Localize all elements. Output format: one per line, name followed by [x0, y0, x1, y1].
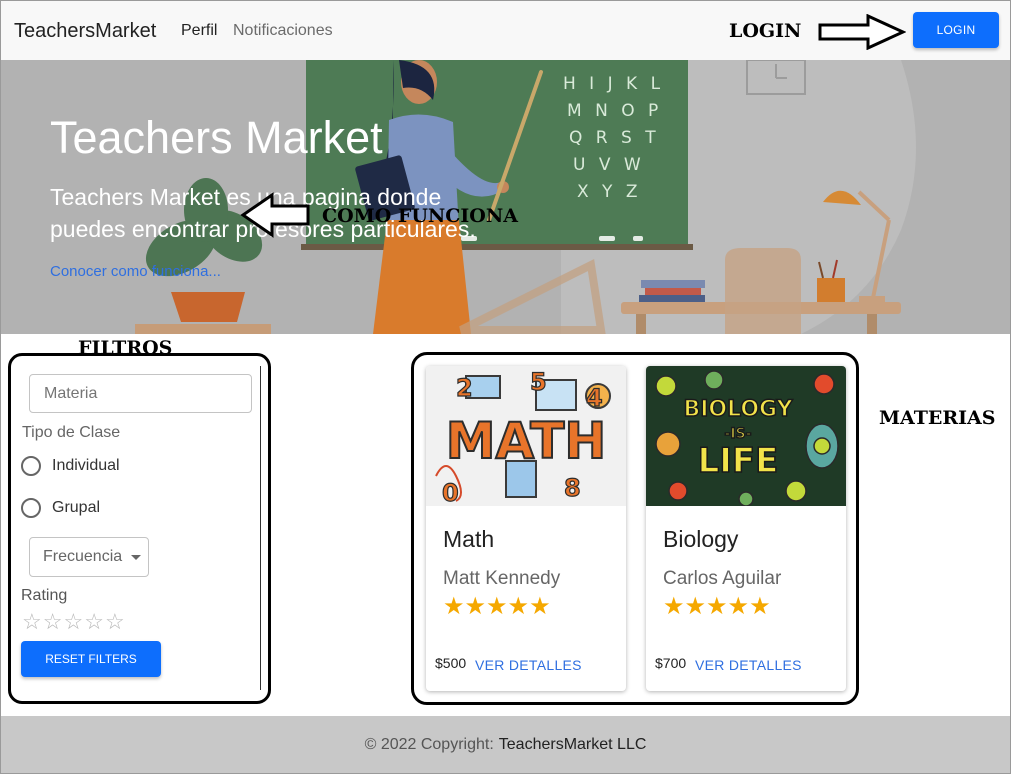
board-letters-row-1: H I J K L — [563, 74, 664, 94]
star-filled-icon: ★ — [486, 593, 508, 620]
star-filled-icon: ★ — [529, 593, 551, 620]
star-filled-icon: ★ — [706, 593, 728, 620]
card-teacher: Matt Kennedy — [443, 568, 561, 589]
board-letters-row-3: Q R S T — [569, 128, 660, 148]
radio-individual-label[interactable]: Individual — [52, 457, 120, 475]
star-filled-icon: ★ — [684, 593, 707, 620]
caret-down-icon — [131, 555, 141, 560]
frecuencia-select[interactable]: Frecuencia — [29, 537, 149, 577]
svg-text:8: 8 — [564, 474, 581, 502]
star-filled-icon: ★ — [663, 593, 685, 620]
card-subject: Math — [443, 526, 495, 552]
annotation-login: LOGIN — [729, 20, 802, 42]
star-outline-icon[interactable]: ☆ — [63, 609, 84, 634]
ver-detalles-link[interactable]: VER DETALLES — [475, 657, 582, 673]
card-price: $700 — [655, 655, 687, 671]
course-card-biology[interactable]: BIOLOGY -IS- LIFE Biology Carlos Aguilar… — [646, 366, 846, 691]
rating-stars-input[interactable]: ☆☆☆☆☆ — [22, 609, 126, 635]
biology-cover-text-1: BIOLOGY — [683, 397, 793, 422]
footer-owner: TeachersMarket LLC — [498, 735, 647, 753]
star-filled-icon: ★ — [749, 593, 771, 620]
hero-banner: H I J K L M N O P Q R S T U V W X Y Z Te… — [1, 60, 1010, 334]
footer-copyright: © 2022 Copyright: — [364, 735, 494, 753]
login-button[interactable]: LOGIN — [913, 12, 999, 48]
rating-label: Rating — [21, 587, 68, 604]
ver-detalles-link[interactable]: VER DETALLES — [695, 657, 802, 673]
reset-filters-button[interactable]: RESET FILTERS — [21, 641, 161, 677]
nav-link-perfil[interactable]: Perfil — [181, 22, 217, 40]
math-cover-text: MATH — [446, 412, 607, 470]
board-letters-row-2: M N O P — [567, 101, 662, 121]
nav-link-notificaciones[interactable]: Notificaciones — [233, 22, 333, 40]
radio-grupal-label[interactable]: Grupal — [52, 499, 100, 517]
card-subject: Biology — [663, 526, 739, 552]
board-letters-row-4: U V W — [573, 155, 645, 175]
hero-title: Teachers Market — [50, 112, 383, 163]
math-cover-image: MATH 2 4 0 8 5 — [426, 366, 626, 506]
course-card-math[interactable]: MATH 240 85 Math Matt Kennedy ★★★★★ $500… — [426, 366, 626, 691]
radio-grupal[interactable] — [21, 498, 41, 518]
radio-individual[interactable] — [21, 456, 41, 476]
star-filled-icon: ★ — [443, 593, 465, 620]
filters-divider — [260, 366, 261, 690]
svg-text:0: 0 — [442, 479, 459, 506]
star-filled-icon: ★ — [507, 593, 530, 620]
svg-text:5: 5 — [530, 368, 547, 396]
materia-input[interactable] — [29, 374, 252, 413]
annotation-materias: MATERIAS — [879, 407, 996, 429]
card-rating-stars: ★★★★★ — [663, 592, 771, 621]
biology-cover-image: BIOLOGY -IS- LIFE — [646, 366, 846, 506]
board-letters-row-5: X Y Z — [577, 182, 641, 202]
biology-cover-text-2: -IS- — [725, 426, 752, 442]
como-funciona-link[interactable]: Conocer como funciona... — [50, 263, 221, 280]
annotation-arrow-right-icon — [818, 14, 906, 50]
svg-text:4: 4 — [586, 384, 603, 412]
annotation-arrow-left-icon — [240, 192, 310, 238]
star-outline-icon[interactable]: ☆ — [105, 609, 126, 634]
card-price: $500 — [435, 655, 467, 671]
star-filled-icon: ★ — [464, 593, 487, 620]
brand-logo[interactable]: TeachersMarket — [14, 20, 156, 43]
star-filled-icon: ★ — [727, 593, 750, 620]
card-teacher: Carlos Aguilar — [663, 568, 782, 589]
biology-cover-text-3: LIFE — [698, 441, 779, 481]
annotation-como-funciona: COMO FUNCIONA — [322, 205, 518, 227]
footer: © 2022 Copyright: TeachersMarket LLC — [1, 716, 1010, 773]
star-outline-icon[interactable]: ☆ — [84, 609, 105, 634]
svg-text:2: 2 — [456, 374, 473, 402]
tipo-clase-label: Tipo de Clase — [22, 424, 121, 441]
card-rating-stars: ★★★★★ — [443, 592, 551, 621]
star-outline-icon[interactable]: ☆ — [22, 609, 43, 634]
star-outline-icon[interactable]: ☆ — [43, 609, 64, 634]
frecuencia-select-label: Frecuencia — [43, 548, 123, 565]
